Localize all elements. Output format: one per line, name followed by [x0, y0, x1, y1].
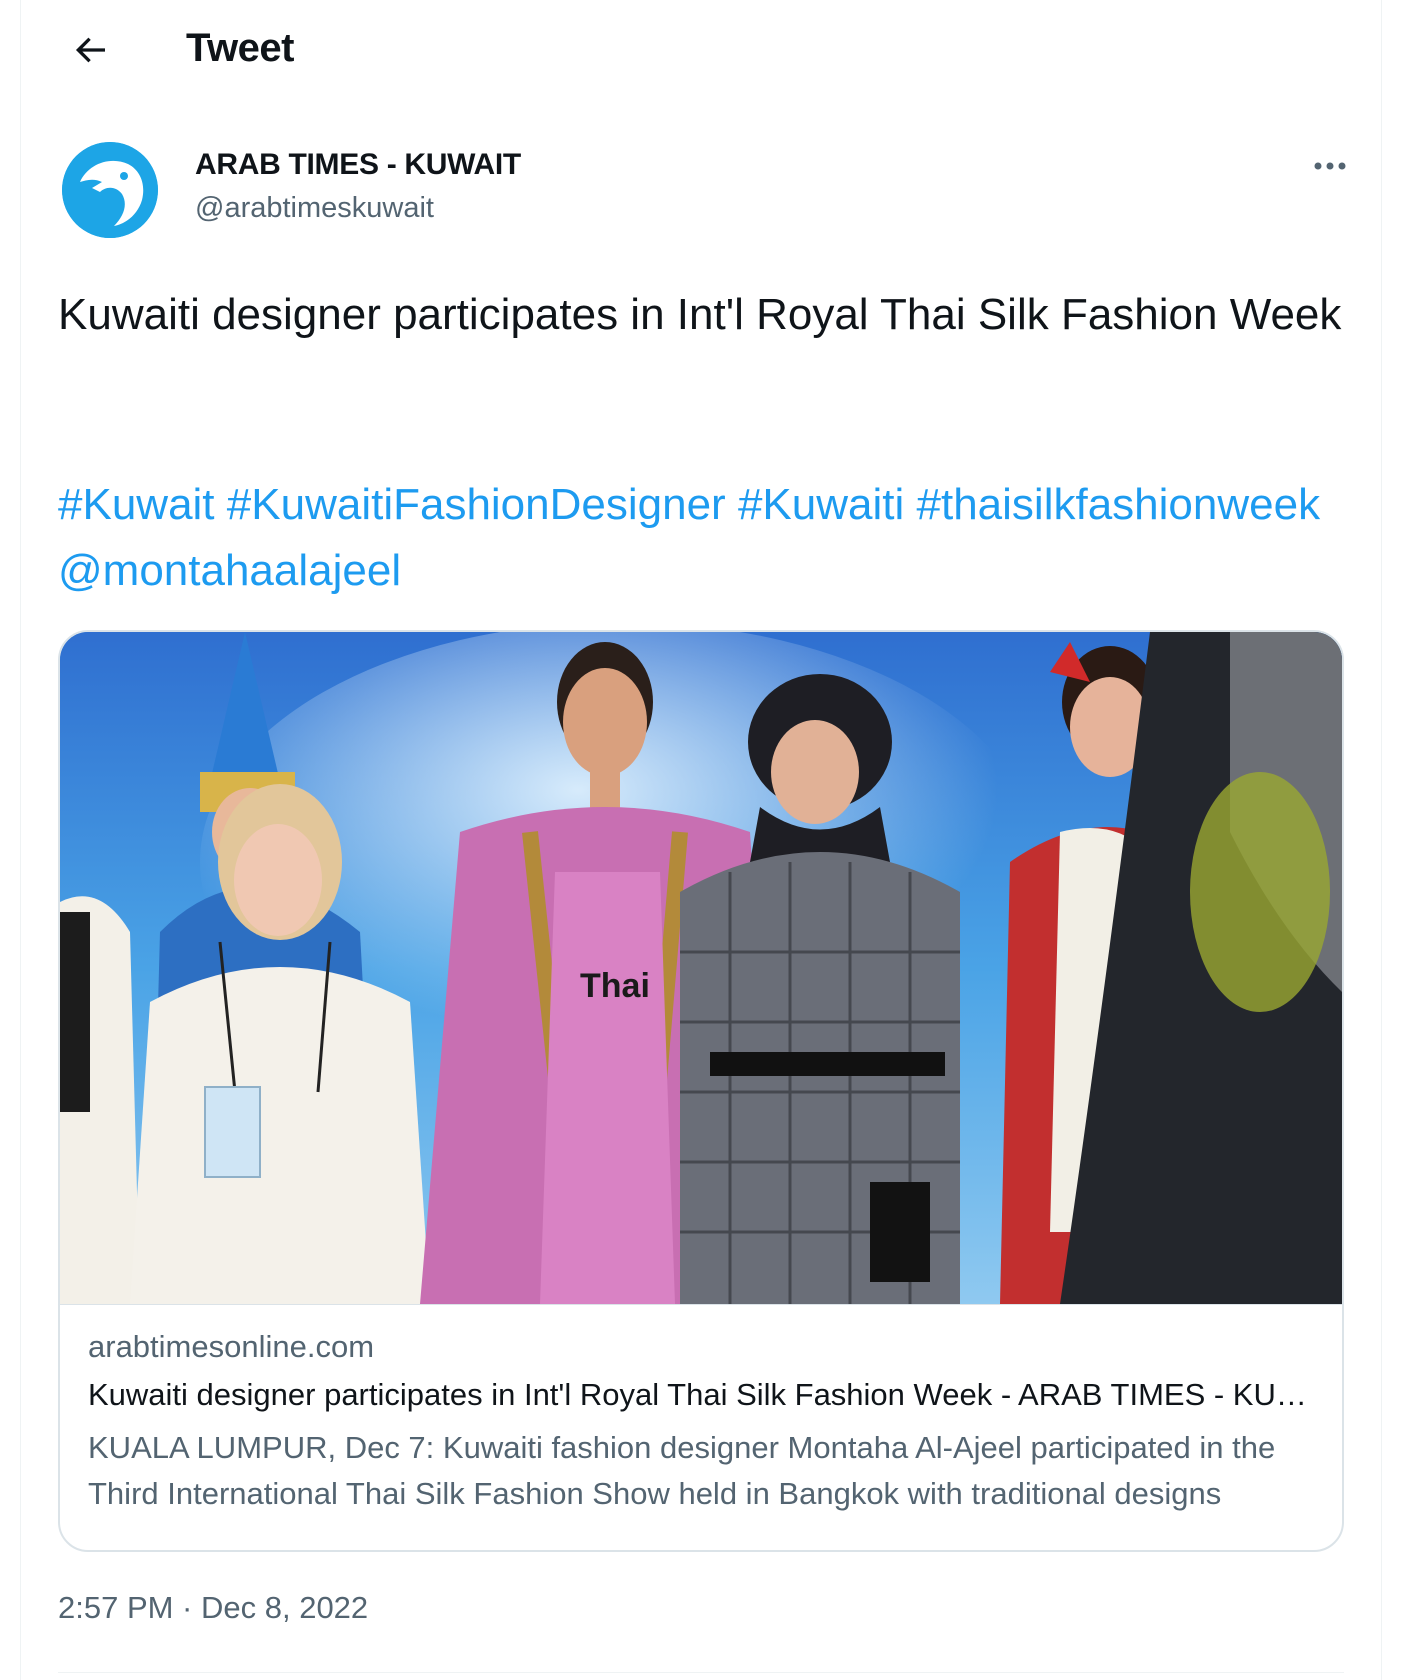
card-image: Thai: [60, 632, 1342, 1304]
tweet-hashtags: #Kuwait #KuwaitiFashionDesigner #Kuwaiti…: [58, 472, 1348, 604]
link-preview-card[interactable]: Thai arabtimesonline.com Kuwaiti designe…: [58, 630, 1344, 1552]
tweet-text: Kuwaiti designer participates in Int'l R…: [58, 290, 1342, 339]
arrow-left-icon: [75, 37, 105, 63]
hashtag-kuwaiti-fashion-designer[interactable]: #KuwaitiFashionDesigner: [227, 480, 726, 529]
card-title: Kuwaiti designer participates in Int'l R…: [88, 1377, 1318, 1412]
hashtag-kuwait[interactable]: #Kuwait: [58, 480, 215, 529]
page-title: Tweet: [186, 26, 294, 70]
card-body: arabtimesonline.com Kuwaiti designer par…: [60, 1304, 1342, 1550]
avatar[interactable]: [62, 142, 158, 238]
card-image-caption: Thai: [580, 967, 650, 1005]
hashtag-thaisilkfashionweek[interactable]: #thaisilkfashionweek: [917, 480, 1321, 529]
more-button[interactable]: [1300, 146, 1360, 186]
page-header: Tweet: [20, 0, 1382, 100]
mention-montahaalajeel[interactable]: @montahaalajeel: [58, 546, 401, 595]
eagle-logo-icon: [62, 142, 158, 238]
back-button[interactable]: [62, 22, 118, 78]
tweet-timestamp[interactable]: 2:57 PM · Dec 8, 2022: [58, 1590, 368, 1626]
hashtag-kuwaiti[interactable]: #Kuwaiti: [738, 480, 904, 529]
author-handle[interactable]: @arabtimeskuwait: [195, 192, 434, 225]
divider: [58, 1672, 1344, 1673]
card-domain: arabtimesonline.com: [88, 1329, 375, 1364]
more-dots-icon: [1314, 162, 1346, 170]
author-name[interactable]: ARAB TIMES - KUWAIT: [195, 148, 521, 182]
card-description: KUALA LUMPUR, Dec 7: Kuwaiti fashion des…: [88, 1430, 1276, 1511]
